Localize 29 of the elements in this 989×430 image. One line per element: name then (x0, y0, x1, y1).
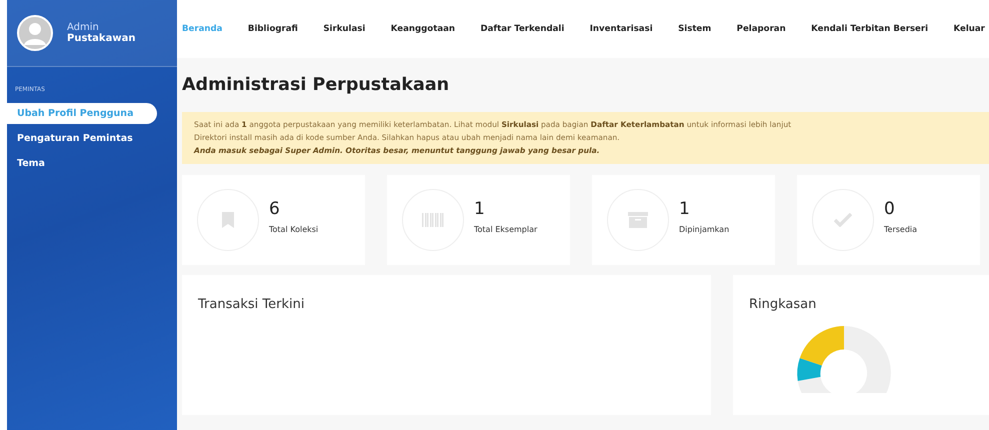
check-icon (834, 213, 852, 227)
nav-tab[interactable]: Keanggotaan (390, 24, 456, 34)
nav-tab[interactable]: Keluar (953, 24, 985, 34)
stat-label: Total Eksemplar (474, 224, 538, 234)
stat-value: 1 (474, 198, 486, 218)
user-role: Admin (67, 22, 100, 33)
panel-title: Transaksi Terkini (198, 297, 304, 312)
avatar-icon (17, 15, 53, 51)
stat-label: Tersedia (884, 224, 918, 234)
stat-label: Dipinjamkan (679, 224, 730, 234)
page-title: Administrasi Perpustakaan (182, 75, 450, 95)
user-name: Pustakawan (67, 33, 136, 44)
stat-value: 6 (269, 198, 281, 218)
sidebar-item[interactable]: Tema (7, 153, 55, 174)
panel-title: Ringkasan (749, 297, 816, 312)
barcode-icon (422, 213, 444, 227)
nav-tab[interactable]: Sistem (678, 24, 712, 34)
stat-value: 0 (884, 198, 896, 218)
sidebar-item[interactable]: Pengaturan Pemintas (7, 128, 143, 149)
nav-tab[interactable]: Sirkulasi (323, 24, 366, 34)
nav-tab[interactable]: Daftar Terkendali (480, 24, 564, 34)
nav-tab[interactable]: Kendali Terbitan Berseri (811, 24, 928, 34)
bookmark-icon (221, 212, 235, 228)
stat-label: Total Koleksi (269, 224, 318, 234)
stat-value: 1 (679, 198, 691, 218)
archive-icon (628, 212, 648, 228)
nav-tab[interactable]: Inventarisasi (590, 24, 653, 34)
nav-tab[interactable]: Bibliografi (248, 24, 298, 34)
nav-tab[interactable]: Pelaporan (736, 24, 786, 34)
